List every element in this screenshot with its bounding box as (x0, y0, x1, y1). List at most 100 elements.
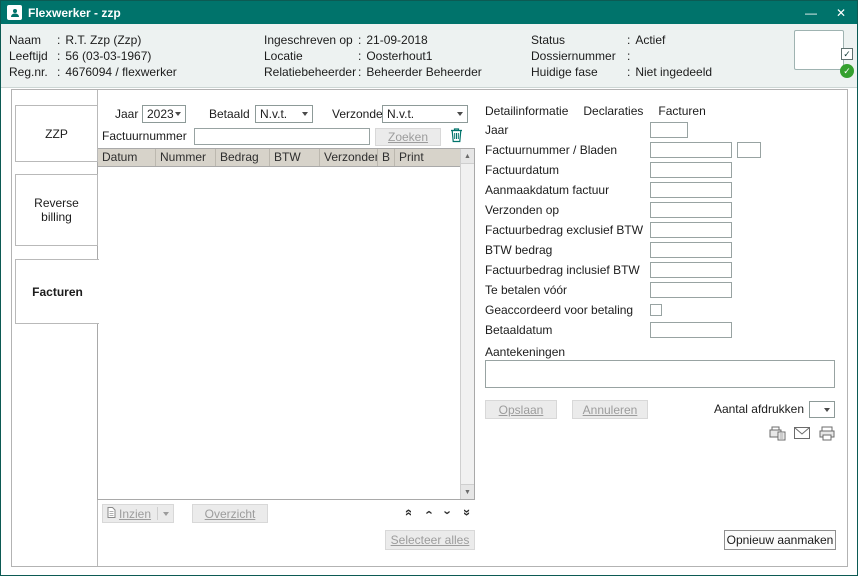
detail-bladen-input[interactable] (737, 142, 761, 158)
field-row-aanmaakdatum: Aanmaakdatum factuur (485, 180, 837, 200)
selecteer-alles-button[interactable]: Selecteer alles (385, 530, 475, 550)
jaar-filter-label: Jaar (115, 105, 138, 123)
scroll-next-button[interactable]: › (439, 503, 457, 521)
print-preview-button[interactable] (767, 426, 787, 443)
close-button[interactable]: ✕ (829, 1, 853, 24)
zoeken-label: Zoeken (388, 130, 428, 144)
column-header-verzonden[interactable]: Verzonden (320, 149, 378, 166)
print-button[interactable] (817, 426, 837, 443)
window-title: Flexwerker - zzp (28, 6, 793, 20)
jaar-select-value: 2023 (147, 107, 174, 121)
detail-aanmaakdatum-input[interactable] (650, 182, 732, 198)
detail-jaar-label: Jaar (485, 123, 508, 137)
zoeken-button[interactable]: Zoeken (375, 128, 441, 146)
minimize-button[interactable]: — (799, 1, 823, 24)
column-header-print[interactable]: Print (395, 149, 433, 166)
titlebar: Flexwerker - zzp — ✕ (1, 1, 857, 24)
field-row-factuurnummer-bladen: Factuurnummer / Bladen (485, 140, 837, 160)
flexwerker-window: Flexwerker - zzp — ✕ Naam:R.T. Zzp (Zzp)… (0, 0, 858, 576)
sidebar-tab-facturen[interactable]: Facturen (15, 259, 99, 324)
geaccordeerd-checkbox[interactable] (650, 304, 662, 316)
detail-panel: Detailinformatie Declaraties Facturen Ja… (485, 90, 837, 568)
envelope-icon (794, 427, 810, 442)
detail-bedrag-incl-input[interactable] (650, 262, 732, 278)
field-row-geaccordeerd: Geaccordeerd voor betaling (485, 300, 837, 320)
column-header-bedrag[interactable]: Bedrag (216, 149, 270, 166)
document-icon (107, 507, 116, 521)
tab-facturen-detail[interactable]: Facturen (658, 104, 705, 118)
chevron-down-icon: › (441, 510, 456, 514)
header-row-relatiebeheerder: Relatiebeheerder:Beheerder Beheerder (264, 64, 482, 80)
detail-factuurdatum-input[interactable] (650, 162, 732, 178)
column-header-btw[interactable]: BTW (270, 149, 320, 166)
header-column-1: Naam:R.T. Zzp (Zzp) Leeftijd:56 (03-03-1… (9, 32, 177, 80)
tab-detailinformatie[interactable]: Detailinformatie (485, 104, 568, 118)
main-panel: ZZP Reverse billing Facturen Jaar 2023 B… (11, 89, 848, 567)
detail-verzonden-op-input[interactable] (650, 202, 732, 218)
detail-tabs: Detailinformatie Declaraties Facturen (485, 104, 706, 118)
print-preview-icon (769, 426, 786, 444)
ingeschreven-value: 21-09-2018 (366, 32, 427, 48)
column-header-b[interactable]: B (378, 149, 395, 166)
huidige-fase-label: Huidige fase (531, 64, 627, 80)
facturen-table: Datum Nummer Bedrag BTW Verzonden B Prin… (97, 148, 475, 500)
chevron-up-icon: › (421, 510, 436, 514)
header-column-3: Status:Actief Dossiernummer: Huidige fas… (531, 32, 712, 80)
scroll-down-icon[interactable]: ▼ (461, 484, 474, 499)
detail-btw-bedrag-input[interactable] (650, 242, 732, 258)
sidebar-tab-reverse-billing[interactable]: Reverse billing (15, 174, 98, 246)
detail-te-betalen-input[interactable] (650, 282, 732, 298)
detail-jaar-input[interactable] (650, 122, 688, 138)
column-header-datum[interactable]: Datum (98, 149, 156, 166)
scroll-last-button[interactable]: » (459, 503, 477, 521)
delete-search-button[interactable] (446, 127, 466, 146)
verzonden-select-value: N.v.t. (387, 107, 414, 121)
betaald-select[interactable]: N.v.t. (255, 105, 313, 123)
field-row-aantekeningen: Aantekeningen (485, 342, 837, 362)
scroll-up-icon[interactable]: ▲ (461, 149, 474, 164)
output-icon-row (767, 426, 837, 443)
detail-bedrag-incl-label: Factuurbedrag inclusief BTW (485, 263, 640, 277)
leeftijd-label: Leeftijd (9, 48, 57, 64)
header-row-naam: Naam:R.T. Zzp (Zzp) (9, 32, 177, 48)
opslaan-label: Opslaan (499, 403, 544, 417)
aantekeningen-textarea[interactable] (485, 360, 835, 388)
header-checkbox[interactable]: ✓ (841, 48, 853, 60)
overzicht-button[interactable]: Overzicht (192, 504, 268, 523)
detail-te-betalen-label: Te betalen vóór (485, 283, 567, 297)
inzien-button[interactable]: Inzien (102, 504, 174, 523)
verzonden-filter-label: Verzonden (332, 105, 389, 123)
header-row-regnr: Reg.nr.:4676094 / flexwerker (9, 64, 177, 80)
double-chevron-up-icon: » (400, 508, 415, 515)
annuleren-button[interactable]: Annuleren (572, 400, 648, 419)
chevron-down-icon (163, 512, 169, 516)
header-row-ingeschreven: Ingeschreven op:21-09-2018 (264, 32, 482, 48)
detail-betaaldatum-input[interactable] (650, 322, 732, 338)
field-row-factuurdatum: Factuurdatum (485, 160, 837, 180)
leeftijd-value: 56 (03-03-1967) (65, 48, 151, 64)
column-header-nummer[interactable]: Nummer (156, 149, 216, 166)
huidige-fase-value: Niet ingedeeld (635, 64, 712, 80)
betaald-filter-label: Betaald (209, 105, 250, 123)
person-header: Naam:R.T. Zzp (Zzp) Leeftijd:56 (03-03-1… (1, 24, 857, 88)
opnieuw-aanmaken-button[interactable]: Opnieuw aanmaken (724, 530, 836, 550)
scroll-first-button[interactable]: » (399, 503, 417, 521)
verzonden-select[interactable]: N.v.t. (382, 105, 468, 123)
email-button[interactable] (792, 426, 812, 443)
scroll-previous-button[interactable]: › (419, 503, 437, 521)
detail-factuurnummer-input[interactable] (650, 142, 732, 158)
table-scrollbar[interactable]: ▲ ▼ (460, 149, 474, 499)
detail-factuurnummer-label: Factuurnummer / Bladen (485, 143, 617, 157)
factuurnummer-input[interactable] (194, 128, 370, 145)
detail-bedrag-excl-input[interactable] (650, 222, 732, 238)
aantal-afdrukken-select[interactable] (809, 401, 835, 418)
sidebar-tab-zzp[interactable]: ZZP (15, 105, 98, 162)
tab-reverse-billing-label: Reverse billing (20, 196, 93, 224)
jaar-select[interactable]: 2023 (142, 105, 186, 123)
relatiebeheerder-label: Relatiebeheerder (264, 64, 358, 80)
opslaan-button[interactable]: Opslaan (485, 400, 557, 419)
printer-icon (818, 426, 836, 444)
tab-declaraties[interactable]: Declaraties (583, 104, 643, 118)
field-row-verzonden-op: Verzonden op (485, 200, 837, 220)
tab-facturen-label: Facturen (32, 285, 83, 299)
